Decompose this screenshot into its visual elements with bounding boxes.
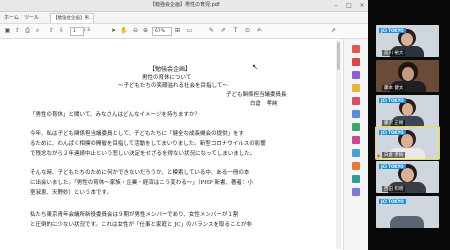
send-review-icon[interactable] (352, 175, 360, 183)
fill-sign-icon[interactable] (352, 162, 360, 170)
create-pdf-icon[interactable] (352, 58, 360, 66)
maximize-icon[interactable]: □ (343, 0, 355, 11)
participant-name: 前川 裕大 (382, 50, 406, 56)
close-icon[interactable]: × (356, 0, 368, 11)
microphone-icon: ● (377, 153, 381, 158)
jci-logo: JCI TOKYO (379, 98, 406, 103)
jci-logo: JCI TOKYO (379, 199, 406, 204)
select-icon[interactable]: ➤ (110, 27, 117, 34)
search-icon[interactable]: ⌕ (34, 27, 41, 34)
participant-name: 白倉 孝純 (382, 152, 406, 158)
stamp-icon[interactable]: ⊙ (244, 27, 251, 34)
pdf-page: 【勉強会企画】 男性の育休について 〜子どもたちの笑顔溢れる社会を目指して〜 子… (0, 39, 343, 250)
jci-logo: JCI TOKYO (379, 164, 406, 169)
tools-side-panel (343, 39, 368, 250)
doc-heading: 【勉強会企画】 (149, 66, 192, 73)
participant-tile[interactable]: JCI TOKYO 藤沢 正樹 (376, 95, 439, 127)
zoom-level[interactable]: 67% (152, 27, 172, 36)
mouse-cursor-icon: ↖ (252, 63, 258, 71)
more-tools-icon[interactable] (352, 188, 360, 196)
window-title: 【勉強会企画】男性の育児.pdf (150, 2, 220, 8)
protect-icon[interactable] (352, 149, 360, 157)
comment-tool-icon[interactable] (352, 84, 360, 92)
organize-pages-icon[interactable] (352, 110, 360, 118)
upload-icon[interactable]: ⇪ (14, 27, 21, 34)
doc-paragraph-line: そんな時、子どもたちのために何かできないだろうか、と模索している中、ある一冊の本 (30, 170, 250, 176)
doc-paragraph-line: るために、わんぱく相撲の開催を目指して活動をしてまいりました。新型コロナウイルス… (30, 141, 266, 147)
page-number-input[interactable]: 1 (70, 27, 84, 36)
prev-page-icon[interactable]: ⇧ (48, 27, 55, 34)
participant-name: 藤本 健太 (382, 85, 406, 91)
doc-author-name: 白倉 孝純 (250, 101, 278, 107)
page-total: / 3 (84, 28, 90, 33)
participant-tile[interactable]: JCI TOKYO (376, 196, 439, 228)
next-page-icon[interactable]: ⇩ (58, 27, 65, 34)
participant-body (390, 216, 424, 228)
pdf-viewer-window: 【勉強会企画】男性の育児.pdf – □ × ホーム ツール 【勉強会企画】男.… (0, 0, 368, 250)
participant-tile[interactable]: 藤本 健太 (376, 60, 439, 92)
scrollbar-thumb[interactable] (337, 42, 340, 70)
hand-icon[interactable]: ✋ (120, 27, 127, 34)
participant-tile[interactable]: JCI TOKYO 西田 和明 (376, 161, 439, 193)
export-pdf-icon[interactable] (352, 45, 360, 53)
doc-paragraph-line: 今年、私は子ども関係担当議委員として、子どもたちに「健全な成長機会の提供」をす (30, 131, 245, 137)
participant-face (402, 67, 414, 81)
draw-icon[interactable]: ✐ (220, 27, 227, 34)
redact-icon[interactable] (352, 136, 360, 144)
compress-pdf-icon[interactable] (352, 123, 360, 131)
participant-face (401, 33, 413, 46)
save-icon[interactable]: ▣ (4, 27, 11, 34)
document-tab[interactable]: 【勉強会企画】男... (50, 13, 94, 23)
minimize-icon[interactable]: – (330, 0, 342, 11)
doc-paragraph-line: 私たち東京青年会議所新役委員会は９期が男性メンバーであり、女性メンバーが１割 (30, 212, 239, 218)
participant-tile[interactable]: JCI TOKYO 前川 裕大 (376, 25, 439, 57)
participant-name: 西田 和明 (382, 186, 406, 192)
text-icon[interactable]: T (232, 27, 239, 34)
print-icon[interactable]: ⎙ (24, 27, 31, 34)
sign-icon[interactable]: ✍ (256, 27, 263, 34)
doc-paragraph-line: に出会いました。「男性の育休〜家族・企業・経済はこう変わる〜」（PHP 新書、著… (30, 180, 253, 186)
doc-paragraph-line: 「男性の育休」と聞いて、みなさんはどんなイメージを持ちますか？ (30, 112, 200, 118)
toolbar: ▣ ⇪ ⎙ ⌕ ⇧ ⇩ 1 / 3 ➤ ✋ ⊖ ⊕ 67% ⊞ ▭ ✎ ✐ T … (0, 24, 368, 39)
doc-paragraph-line: と圧倒的に少ない状況です。これは女性が「仕事と家庭と JC」のバランスを取ること… (30, 222, 253, 228)
doc-subject: 男性の育休について (142, 75, 192, 81)
participant-face (402, 103, 413, 116)
zoom-out-icon[interactable]: ⊖ (132, 27, 139, 34)
vertical-scrollbar[interactable] (336, 40, 341, 249)
share-icon[interactable]: ⇗ (330, 27, 337, 34)
video-call-panel: JCI TOKYO 前川 裕大 藤本 健太 JCI TOKYO 藤沢 正樹 JC… (368, 0, 450, 250)
combine-files-icon[interactable] (352, 97, 360, 105)
menu-home[interactable]: ホーム (4, 14, 19, 21)
comment-icon[interactable]: ▭ (186, 27, 193, 34)
menu-tools[interactable]: ツール (24, 14, 39, 21)
jci-logo: JCI TOKYO (379, 28, 406, 33)
title-bar: 【勉強会企画】男性の育児.pdf – □ × (0, 0, 368, 12)
fit-page-icon[interactable]: ⊞ (174, 27, 181, 34)
doc-author-role: 子ども関係担当議委員長 (226, 92, 287, 98)
participant-face (401, 134, 413, 148)
doc-subtitle: 〜子どもたちの笑顔溢れる社会を目指して〜 (118, 83, 228, 89)
highlight-icon[interactable]: ✎ (208, 27, 215, 34)
doc-paragraph-line: で残念ながら２年連続中止という悲しい決定をせざるを得ない状況になってしまいました… (30, 151, 256, 157)
zoom-in-icon[interactable]: ⊕ (142, 27, 149, 34)
participant-face (401, 168, 414, 182)
participant-tile-active-speaker[interactable]: JCI TOKYO ● 白倉 孝純 (376, 127, 439, 159)
participant-name: 藤沢 正樹 (382, 120, 406, 126)
jci-logo: JCI TOKYO (379, 130, 406, 135)
edit-pdf-icon[interactable] (352, 71, 360, 79)
doc-paragraph-line: 室淑恵、天野妙）という本です。 (30, 190, 112, 196)
